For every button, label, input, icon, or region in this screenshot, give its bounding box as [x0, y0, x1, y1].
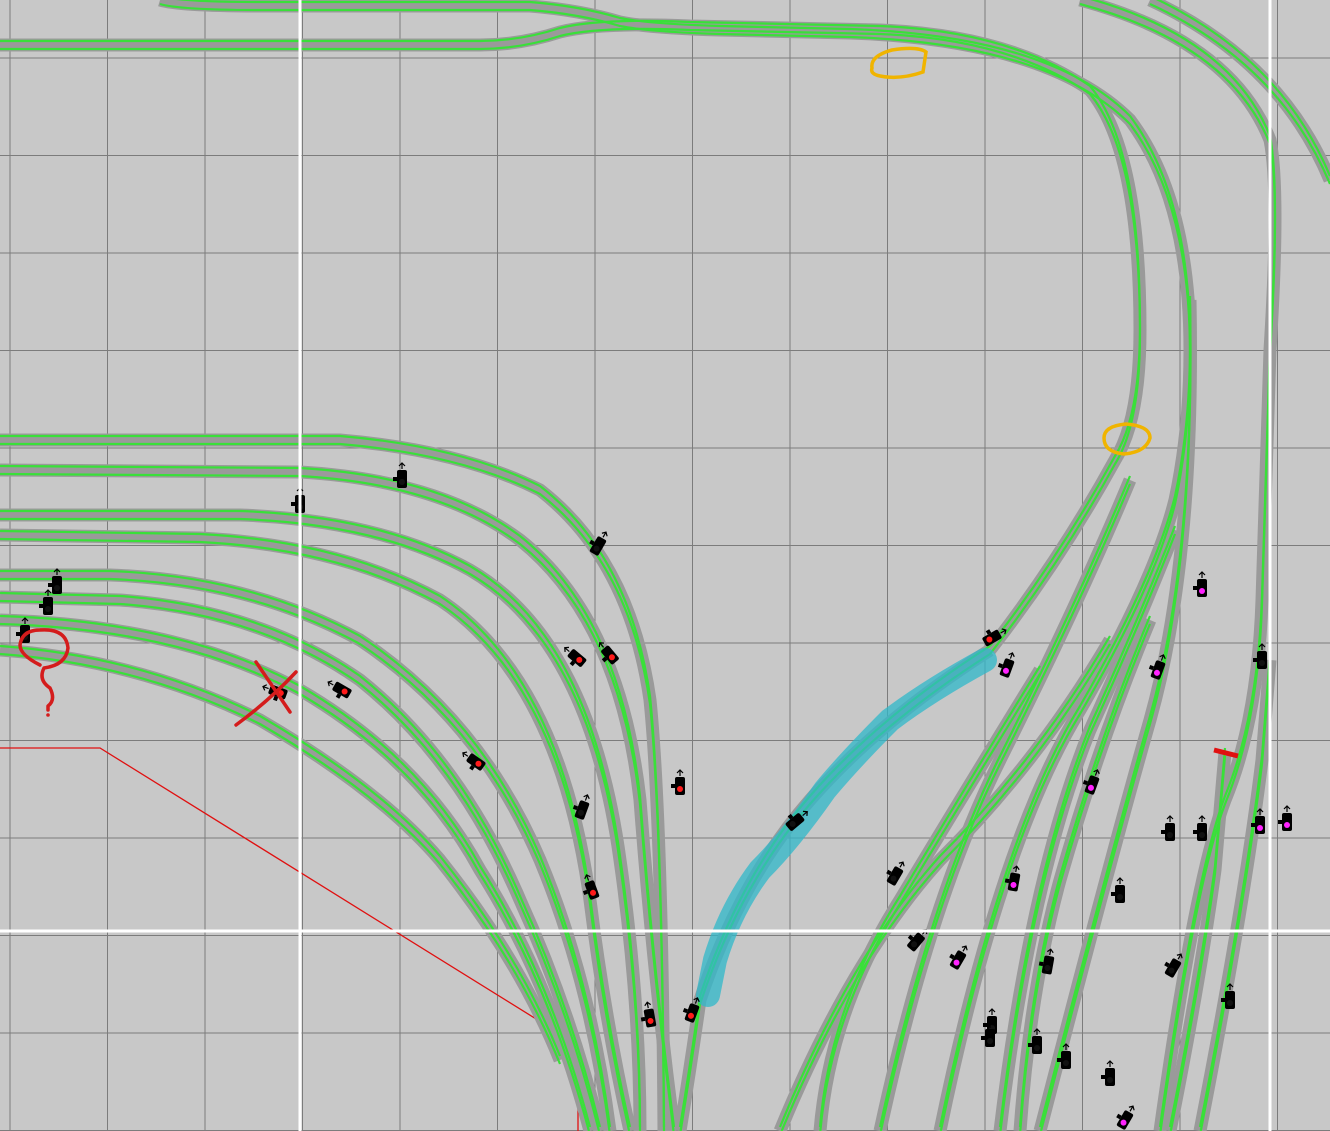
- signal-mount: [1278, 820, 1282, 824]
- signal-mount: [1193, 586, 1197, 590]
- signal-lamp: [1107, 1077, 1113, 1083]
- signal-mount: [1101, 1075, 1105, 1079]
- signal-lamp: [1257, 825, 1263, 831]
- signal-mount: [39, 604, 43, 608]
- signal-mount: [671, 784, 675, 788]
- signal-lamp: [1199, 588, 1205, 594]
- signal-lamp: [1284, 822, 1290, 828]
- signal-mount: [981, 1036, 985, 1040]
- signal-lamp: [399, 479, 405, 485]
- signal-mount: [1111, 892, 1115, 896]
- signal-lamp: [1034, 1045, 1040, 1051]
- signal-mount: [983, 1023, 987, 1027]
- signal-lamp: [54, 585, 60, 591]
- signal-mount: [1028, 1043, 1032, 1047]
- signal-lamp: [45, 606, 51, 612]
- signal-lamp: [1063, 1060, 1069, 1066]
- signal-mount: [1253, 658, 1257, 662]
- signal-lamp: [987, 1038, 993, 1044]
- signal-mount: [1161, 830, 1165, 834]
- signal-lamp: [1199, 832, 1205, 838]
- signal-lamp: [677, 786, 683, 792]
- signal-mount: [640, 1016, 646, 1022]
- signal-mount: [16, 632, 20, 636]
- signal-lamp: [1227, 1000, 1233, 1006]
- question-mark-dot: [46, 713, 50, 717]
- signal-mount: [291, 502, 295, 506]
- signal-mount: [1057, 1058, 1061, 1062]
- signal-mount: [393, 477, 397, 481]
- signal-mount: [1251, 823, 1255, 827]
- signal-lamp: [1167, 832, 1173, 838]
- signal-mount: [1004, 878, 1010, 884]
- signal-lamp: [1117, 894, 1123, 900]
- signal-mount: [1038, 961, 1044, 967]
- signal-mount: [48, 583, 52, 587]
- track-layout-canvas[interactable]: [0, 0, 1330, 1131]
- signal-lamp: [1259, 660, 1265, 666]
- signal-mount: [1193, 830, 1197, 834]
- signal-mount: [1221, 998, 1225, 1002]
